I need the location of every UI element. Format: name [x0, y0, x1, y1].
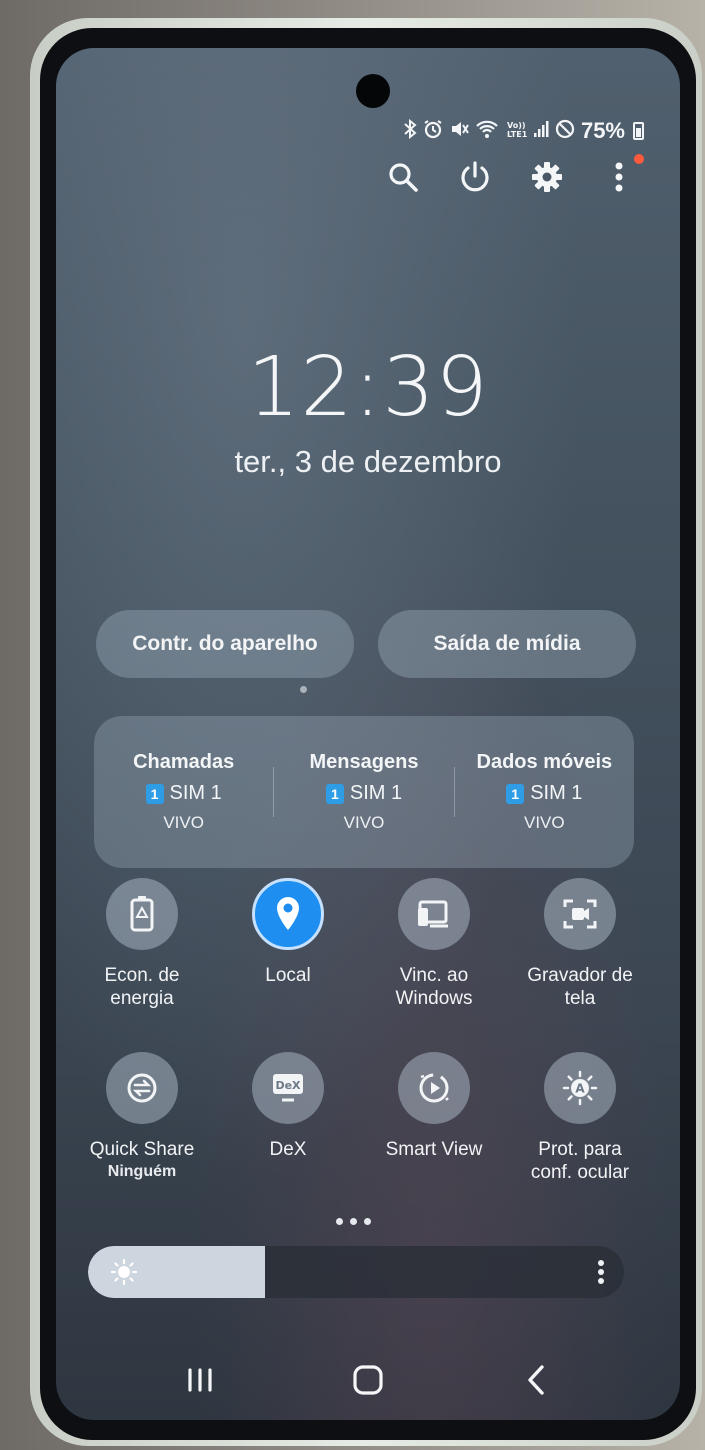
sim-col-title: Chamadas — [133, 751, 235, 773]
do-not-disturb-icon — [555, 119, 575, 144]
tile-link-windows[interactable]: Vinc. ao Windows — [364, 878, 504, 1010]
sim-carrier: VIVO — [163, 813, 204, 832]
tile-label: Local — [265, 965, 311, 986]
sim-line: 1 SIM 1 — [506, 782, 582, 805]
battery-icon — [633, 122, 644, 140]
sim-name: SIM 1 — [530, 782, 583, 804]
dex-icon[interactable]: DeX — [252, 1052, 324, 1124]
tile-power-saving[interactable]: Econ. de energia — [72, 878, 212, 1010]
battery-text: 75% — [580, 118, 625, 143]
battery-saver-icon[interactable] — [106, 878, 178, 950]
sim-mobile-data[interactable]: Dados móveis 1 SIM 1 VIVO — [455, 751, 634, 833]
tile-quick-share[interactable]: Quick Share Ninguém — [72, 1052, 212, 1181]
more-options-icon[interactable] — [602, 154, 644, 194]
quick-share-icon[interactable] — [106, 1052, 178, 1124]
sim-carrier: VIVO — [343, 813, 385, 832]
tile-label: Econ. de energia — [104, 965, 180, 1009]
svg-text:Vo)): Vo)) — [507, 121, 526, 130]
dex-icon-text: DeX — [275, 1079, 301, 1092]
navigation-bar — [56, 1348, 680, 1412]
tiles-page-indicator — [336, 1218, 371, 1225]
tile-sublabel: Ninguém — [107, 1163, 177, 1180]
quick-panel-screen: Vo)) LTE1 75% 12:39 ter., 3 de dezembro … — [56, 48, 680, 1420]
sun-icon — [110, 1258, 138, 1286]
volte-icon: Vo)) LTE1 — [505, 119, 528, 144]
sim-carrier: VIVO — [524, 813, 565, 832]
sim-name: SIM 1 — [169, 782, 222, 804]
tile-location[interactable]: Local — [218, 878, 358, 987]
sim-calls[interactable]: Chamadas 1 SIM 1 VIVO — [94, 751, 273, 833]
screen-recorder-icon[interactable] — [544, 878, 616, 950]
signal-icon — [533, 119, 549, 144]
sim-messages[interactable]: Mensagens 1 SIM 1 VIVO — [274, 751, 453, 833]
brightness-options-icon[interactable] — [596, 1258, 606, 1286]
tile-label: Prot. para conf. ocular — [530, 1139, 630, 1183]
wifi-icon — [475, 119, 499, 144]
sim-col-title: Mensagens — [309, 751, 419, 773]
tile-label: Gravador de tela — [527, 965, 633, 1009]
sim-name: SIM 1 — [349, 782, 403, 804]
settings-icon[interactable] — [530, 160, 564, 194]
clock[interactable]: 12:39 — [56, 340, 680, 435]
device-control-button[interactable]: Contr. do aparelho — [96, 610, 354, 678]
link-windows-icon[interactable] — [398, 878, 470, 950]
front-camera — [356, 74, 390, 108]
back-icon[interactable] — [506, 1355, 566, 1405]
brightness-slider[interactable] — [88, 1246, 624, 1298]
page-indicator — [300, 686, 307, 693]
bluetooth-icon — [403, 118, 417, 144]
sim-col-title: Dados móveis — [476, 751, 613, 773]
sim-manager-panel[interactable]: Chamadas 1 SIM 1 VIVO Mensagens 1 SIM 1 … — [94, 716, 634, 868]
sim-badge-icon: 1 — [506, 783, 525, 804]
tile-label: DeX — [269, 1139, 307, 1160]
tile-smart-view[interactable]: Smart View — [364, 1052, 504, 1161]
eye-comfort-icon-text: A — [575, 1082, 585, 1096]
eye-comfort-icon[interactable]: A — [544, 1052, 616, 1124]
date[interactable]: ter., 3 de dezembro — [56, 444, 680, 480]
recents-icon[interactable] — [170, 1355, 230, 1405]
home-icon[interactable] — [338, 1355, 398, 1405]
tile-label: Smart View — [385, 1139, 483, 1160]
media-output-button[interactable]: Saída de mídia — [378, 610, 636, 678]
sim-line: 1 SIM 1 — [325, 782, 403, 805]
location-icon[interactable] — [252, 878, 324, 950]
notification-dot — [634, 154, 644, 164]
power-icon[interactable] — [458, 160, 492, 194]
alarm-icon — [423, 119, 443, 144]
tile-eye-comfort[interactable]: A Prot. para conf. ocular — [510, 1052, 650, 1184]
mute-icon — [449, 119, 469, 144]
quick-panel-actions — [386, 154, 644, 194]
smart-view-icon[interactable] — [398, 1052, 470, 1124]
tile-label: Vinc. ao Windows — [395, 965, 473, 1009]
sim-badge-icon: 1 — [145, 783, 164, 804]
status-bar: Vo)) LTE1 75% — [403, 118, 644, 144]
tile-dex[interactable]: DeX DeX — [218, 1052, 358, 1161]
tile-label: Quick Share — [89, 1139, 195, 1160]
sim-badge-icon: 1 — [325, 783, 344, 804]
tile-screen-recorder[interactable]: Gravador de tela — [510, 878, 650, 1010]
sim-line: 1 SIM 1 — [145, 782, 222, 805]
svg-text:LTE1: LTE1 — [507, 130, 527, 139]
search-icon[interactable] — [386, 160, 420, 194]
